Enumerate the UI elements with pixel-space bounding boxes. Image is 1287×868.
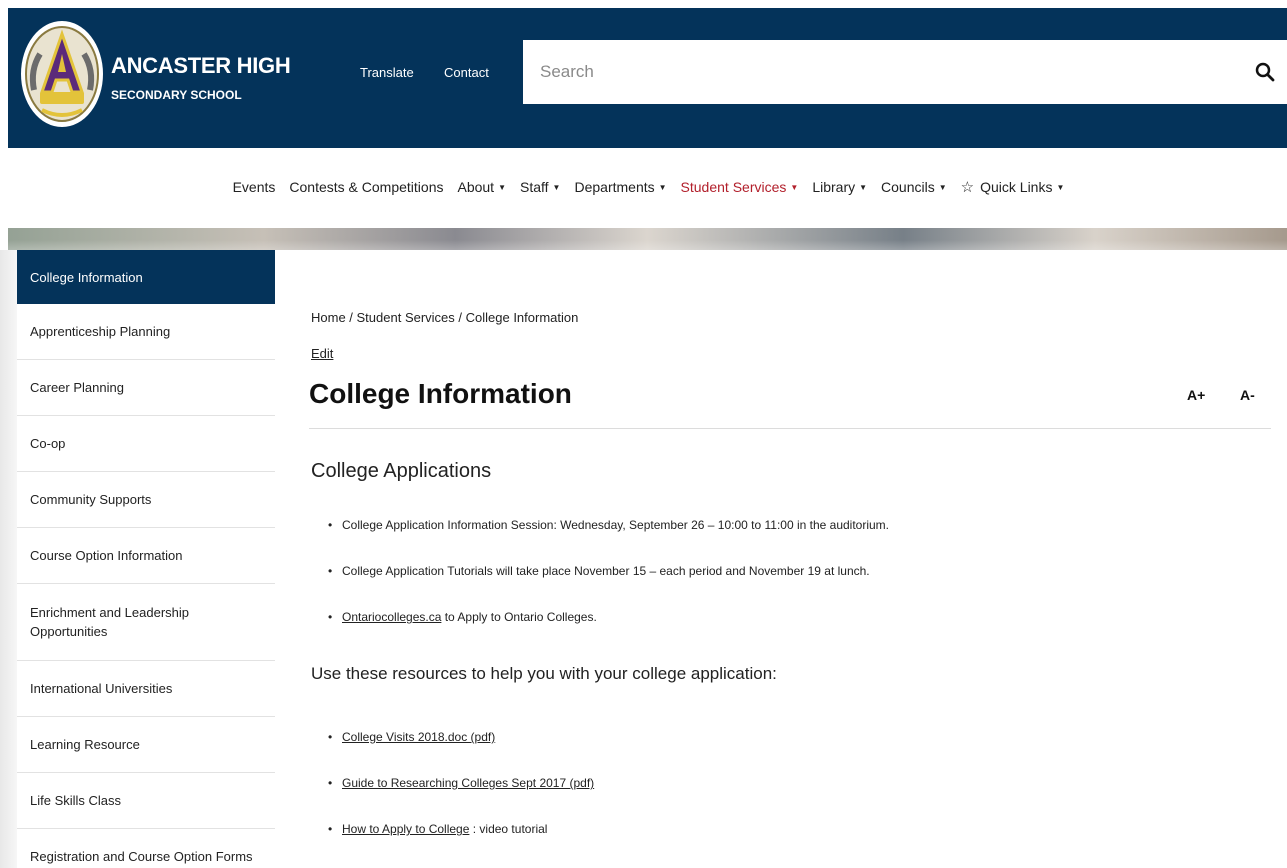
translate-link[interactable]: Translate [360, 65, 414, 80]
nav-item-staff[interactable]: Staff ▼ [520, 179, 560, 195]
sidebar-item-enrichment-leadership[interactable]: Enrichment and Leadership Opportunities [17, 584, 275, 661]
school-subtitle[interactable]: SECONDARY SCHOOL [111, 88, 242, 102]
list-item: Guide to Researching Colleges Sept 2017 … [328, 775, 594, 821]
caret-down-icon: ▼ [938, 182, 947, 192]
sidebar-item-registration-forms[interactable]: Registration and Course Option Forms [17, 829, 275, 868]
title-divider [309, 428, 1271, 429]
sidebar-item-label: Course Option Information [30, 548, 183, 563]
sidebar-item-label: Enrichment and Leadership Opportunities [30, 605, 189, 639]
applications-list: College Application Information Session:… [328, 517, 889, 655]
section-heading: College Applications [311, 460, 492, 482]
list-item-text: : video tutorial [469, 822, 548, 836]
college-visits-pdf-link[interactable]: College Visits 2018.doc (pdf) [342, 730, 495, 744]
nav-item-library[interactable]: Library ▼ [812, 179, 867, 195]
sidebar-item-community-supports[interactable]: Community Supports [17, 472, 275, 528]
nav-item-quick-links[interactable]: ☆ Quick Links ▼ [961, 178, 1065, 196]
resources-list: College Visits 2018.doc (pdf) Guide to R… [328, 729, 594, 867]
main-navigation: Events Contests & Competitions About ▼ St… [0, 178, 1287, 200]
sidebar-item-learning-resource[interactable]: Learning Resource [17, 717, 275, 773]
sidebar-item-college-information[interactable]: College Information [17, 250, 275, 304]
search-box [523, 40, 1287, 104]
list-item-text: to Apply to Ontario Colleges. [441, 610, 597, 624]
list-item-text: College Application Information Session:… [342, 518, 890, 532]
list-item: College Visits 2018.doc (pdf) [328, 729, 594, 775]
star-icon: ☆ [960, 179, 975, 196]
list-item: Ontariocolleges.ca to Apply to Ontario C… [328, 609, 889, 655]
site-header: ANCASTER HIGH SECONDARY SCHOOL Translate… [8, 8, 1287, 148]
nav-label: About [457, 179, 495, 195]
nav-label: Staff [520, 179, 549, 195]
caret-down-icon: ▼ [552, 182, 561, 192]
increase-font-button[interactable]: A+ [1187, 387, 1205, 403]
caret-down-icon: ▼ [859, 182, 868, 192]
sidebar-item-label: College Information [30, 269, 143, 285]
caret-down-icon: ▼ [658, 182, 667, 192]
search-icon [1255, 62, 1275, 82]
school-name[interactable]: ANCASTER HIGH [111, 53, 291, 79]
search-button[interactable] [1253, 60, 1277, 84]
sidebar-item-course-option-information[interactable]: Course Option Information [17, 528, 275, 584]
sidebar-item-career-planning[interactable]: Career Planning [17, 360, 275, 416]
list-item: How to Apply to College : video tutorial [328, 821, 594, 867]
sidebar-item-label: Apprenticeship Planning [30, 324, 171, 339]
sidebar-item-international-universities[interactable]: International Universities [17, 661, 275, 717]
caret-down-icon: ▼ [498, 182, 506, 192]
resources-lead: Use these resources to help you with you… [311, 664, 777, 683]
sidebar-item-co-op[interactable]: Co-op [17, 416, 275, 472]
sidebar-item-label: Co-op [30, 436, 66, 451]
edit-link[interactable]: Edit [311, 346, 333, 361]
nav-label: Councils [881, 179, 935, 195]
nav-label: Events [232, 179, 276, 195]
nav-item-student-services[interactable]: Student Services ▼ [681, 179, 799, 195]
list-item: College Application Information Session:… [328, 517, 889, 563]
page-title: College Information [309, 378, 572, 409]
nav-item-events[interactable]: Events [233, 179, 276, 195]
sidebar-item-label: Learning Resource [30, 737, 140, 752]
section-sidebar: College Information Apprenticeship Plann… [17, 250, 275, 868]
ontariocolleges-link[interactable]: Ontariocolleges.ca [342, 610, 441, 624]
list-item: College Application Tutorials will take … [328, 563, 889, 609]
nav-label: Departments [574, 179, 655, 195]
guide-researching-colleges-pdf-link[interactable]: Guide to Researching Colleges Sept 2017 … [342, 776, 594, 790]
nav-label: Quick Links [980, 179, 1053, 195]
sidebar-item-life-skills-class[interactable]: Life Skills Class [17, 773, 275, 829]
nav-label: Contests & Competitions [289, 179, 444, 195]
how-to-apply-video-link[interactable]: How to Apply to College [342, 822, 469, 836]
caret-down-icon: ▼ [1056, 182, 1065, 192]
nav-label: Student Services [680, 179, 787, 195]
sidebar-item-label: International Universities [30, 681, 173, 696]
nav-item-councils[interactable]: Councils ▼ [881, 179, 947, 195]
list-item-text: College Application Tutorials will take … [342, 564, 870, 578]
nav-item-contests[interactable]: Contests & Competitions [289, 179, 443, 195]
school-crest-logo[interactable] [20, 20, 104, 128]
nav-item-about[interactable]: About ▼ [457, 179, 506, 195]
sidebar-item-label: Registration and Course Option Forms [30, 849, 253, 864]
contact-link[interactable]: Contact [444, 65, 489, 80]
sidebar-item-apprenticeship-planning[interactable]: Apprenticeship Planning [17, 304, 275, 360]
sidebar-item-label: Community Supports [30, 492, 152, 507]
search-input[interactable] [523, 40, 1223, 104]
breadcrumb[interactable]: Home / Student Services / College Inform… [311, 310, 578, 325]
nav-item-departments[interactable]: Departments ▼ [574, 179, 666, 195]
caret-down-icon: ▼ [790, 182, 799, 192]
sidebar-shadow [0, 250, 17, 868]
decrease-font-button[interactable]: A- [1240, 387, 1255, 403]
sidebar-item-label: Career Planning [30, 380, 124, 395]
nav-label: Library [812, 179, 856, 195]
sidebar-item-label: Life Skills Class [30, 793, 122, 808]
